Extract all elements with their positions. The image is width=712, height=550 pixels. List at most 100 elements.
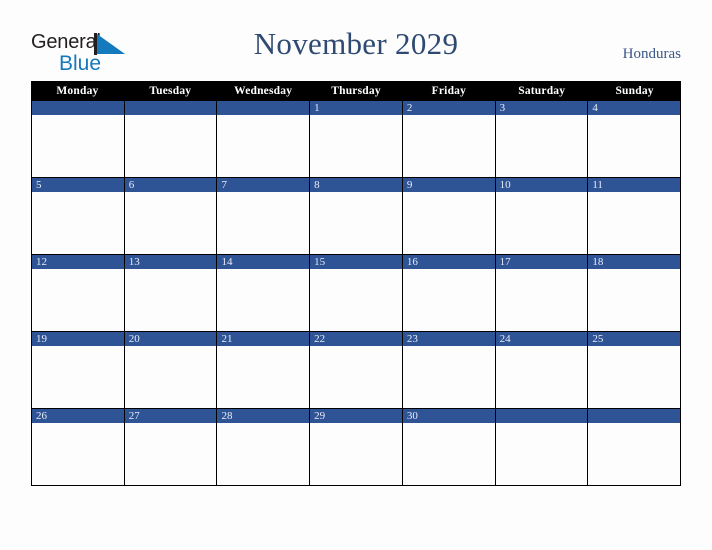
day-cell[interactable]: 19 [32, 332, 125, 408]
dow-monday: Monday [56, 85, 99, 97]
day-events-area[interactable] [495, 192, 588, 254]
day-cell[interactable]: 14 [217, 255, 311, 331]
day-cell[interactable] [217, 101, 311, 177]
day-cell[interactable]: 15 [310, 255, 403, 331]
day-events-area[interactable] [310, 423, 402, 485]
day-cell[interactable]: 1 [310, 101, 403, 177]
day-number: 29 [310, 409, 402, 423]
day-cell[interactable]: 17 [495, 255, 589, 331]
day-events-area[interactable] [495, 346, 588, 408]
day-cell[interactable]: 22 [310, 332, 403, 408]
week-row: 5 6 7 8 9 10 11 [31, 178, 682, 255]
day-number: 7 [217, 178, 310, 192]
week-row: 1 2 3 4 [31, 101, 682, 178]
day-events-area[interactable] [495, 115, 588, 177]
day-events-area[interactable] [588, 192, 681, 254]
day-cell[interactable]: 4 [588, 101, 682, 177]
day-number: 16 [402, 255, 495, 269]
day-cell[interactable]: 25 [588, 332, 682, 408]
country-label: Honduras [622, 46, 681, 62]
day-events-area[interactable] [32, 192, 124, 254]
day-cell[interactable]: 8 [310, 178, 403, 254]
day-events-area[interactable] [124, 346, 217, 408]
day-cell[interactable]: 30 [402, 409, 496, 485]
day-events-area[interactable] [310, 192, 402, 254]
day-cell[interactable] [32, 101, 125, 177]
day-cell[interactable]: 10 [495, 178, 589, 254]
day-cell[interactable]: 11 [588, 178, 682, 254]
day-events-area[interactable] [495, 269, 588, 331]
day-cell[interactable]: 3 [495, 101, 589, 177]
day-events-area[interactable] [588, 115, 681, 177]
day-events-area[interactable] [402, 346, 495, 408]
day-events-area[interactable] [217, 346, 310, 408]
day-number: 11 [588, 178, 681, 192]
day-events-area[interactable] [310, 269, 402, 331]
day-events-area[interactable] [217, 115, 310, 177]
day-events-area[interactable] [32, 269, 124, 331]
day-events-area[interactable] [217, 423, 310, 485]
day-cell[interactable]: 7 [217, 178, 311, 254]
week-row: 19 20 21 22 23 24 25 [31, 332, 682, 409]
day-number: 18 [588, 255, 681, 269]
dow-sunday: Sunday [615, 85, 654, 97]
day-cell[interactable]: 6 [124, 178, 218, 254]
day-number: 26 [32, 409, 124, 423]
day-cell[interactable]: 27 [124, 409, 218, 485]
day-cell[interactable]: 26 [32, 409, 125, 485]
day-events-area[interactable] [217, 269, 310, 331]
day-cell[interactable]: 28 [217, 409, 311, 485]
day-number: 12 [32, 255, 124, 269]
day-cell[interactable]: 29 [310, 409, 403, 485]
day-number: 13 [124, 255, 217, 269]
day-cell[interactable]: 5 [32, 178, 125, 254]
day-events-area[interactable] [124, 423, 217, 485]
day-cell[interactable] [495, 409, 589, 485]
day-number: 6 [124, 178, 217, 192]
day-cell[interactable]: 20 [124, 332, 218, 408]
day-cell[interactable] [124, 101, 218, 177]
day-of-week-header-row: Monday Tuesday Wednesday Thursday Friday… [31, 81, 681, 101]
page-header: General Blue November 2029 Honduras [0, 0, 712, 81]
dow-friday: Friday [431, 85, 467, 97]
day-events-area[interactable] [124, 269, 217, 331]
day-events-area[interactable] [32, 115, 124, 177]
day-number: 8 [310, 178, 402, 192]
day-number: 14 [217, 255, 310, 269]
day-cell[interactable]: 16 [402, 255, 496, 331]
day-number: 9 [402, 178, 495, 192]
day-events-area[interactable] [402, 423, 495, 485]
day-cell[interactable]: 18 [588, 255, 682, 331]
day-cell[interactable]: 24 [495, 332, 589, 408]
day-number: 10 [495, 178, 588, 192]
day-cell[interactable]: 12 [32, 255, 125, 331]
day-events-area[interactable] [402, 115, 495, 177]
day-events-area[interactable] [402, 192, 495, 254]
day-cell[interactable]: 21 [217, 332, 311, 408]
day-number: 3 [495, 101, 588, 115]
day-events-area[interactable] [310, 346, 402, 408]
day-events-area[interactable] [217, 192, 310, 254]
day-cell[interactable]: 9 [402, 178, 496, 254]
day-number: 20 [124, 332, 217, 346]
day-events-area[interactable] [588, 346, 681, 408]
day-events-area[interactable] [32, 346, 124, 408]
day-number [32, 101, 124, 115]
day-events-area[interactable] [588, 269, 681, 331]
dow-saturday: Saturday [518, 85, 566, 97]
day-events-area[interactable] [310, 115, 402, 177]
day-cell[interactable] [588, 409, 682, 485]
day-events-area[interactable] [32, 423, 124, 485]
page-title: November 2029 [253, 26, 459, 61]
day-events-area[interactable] [495, 423, 588, 485]
day-events-area[interactable] [124, 192, 217, 254]
day-cell[interactable]: 13 [124, 255, 218, 331]
day-number: 2 [402, 101, 495, 115]
day-cell[interactable]: 23 [402, 332, 496, 408]
day-events-area[interactable] [124, 115, 217, 177]
day-cell[interactable]: 2 [402, 101, 496, 177]
day-events-area[interactable] [402, 269, 495, 331]
calendar-grid: Monday Tuesday Wednesday Thursday Friday… [31, 81, 682, 486]
day-events-area[interactable] [588, 423, 681, 485]
day-number: 23 [402, 332, 495, 346]
